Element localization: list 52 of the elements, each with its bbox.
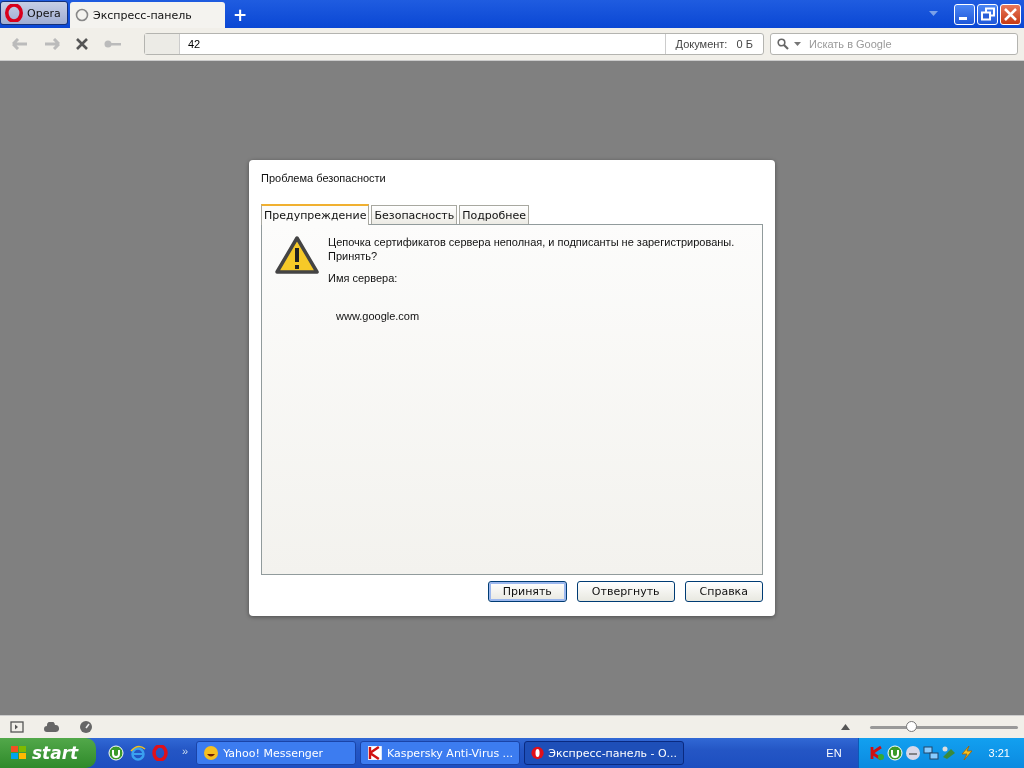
dialog-tab[interactable]: Подробнее: [459, 205, 530, 224]
more-chevron[interactable]: »: [182, 745, 189, 757]
opera-logo-icon: [5, 4, 23, 22]
minimize-button[interactable]: [954, 3, 975, 25]
warning-message: Цепочка сертификатов сервера неполная, и подписанты не зарегистрированы. Принять?: [328, 235, 736, 263]
close-icon: [1004, 7, 1017, 21]
dialog-tab[interactable]: Безопасность: [371, 205, 458, 224]
start-button[interactable]: start: [0, 738, 96, 768]
dialog-button[interactable]: Принять: [487, 581, 567, 602]
speedometer-icon[interactable]: [79, 720, 93, 734]
utorrent-icon[interactable]: [108, 745, 124, 761]
kaspersky-k-icon[interactable]: [868, 745, 885, 761]
minimize-icon: [958, 16, 967, 20]
dialog-tab[interactable]: Предупреждение: [261, 204, 370, 225]
dialog-button[interactable]: Справка: [684, 581, 763, 602]
browser-e-icon[interactable]: [130, 745, 146, 761]
taskbar-button[interactable]: Yahoo! Messenger: [196, 741, 357, 765]
language-indicator[interactable]: EN: [826, 747, 842, 759]
document-size-label: Документ: 0 Б: [664, 34, 763, 54]
utorrent-icon[interactable]: [886, 745, 903, 761]
restore-icon: [980, 7, 995, 21]
usb-device-icon[interactable]: [940, 745, 957, 761]
lightning-icon[interactable]: [958, 745, 975, 761]
cloud-icon[interactable]: [44, 722, 59, 732]
server-name: www.google.com: [336, 310, 421, 322]
loading-icon: [75, 8, 89, 22]
caret-icon: [794, 42, 801, 46]
address-text: 42: [187, 38, 202, 50]
dialog-button[interactable]: Отвергнуть: [576, 581, 675, 602]
network-icon[interactable]: [922, 745, 939, 761]
dialog-title: Проблема безопасности: [261, 172, 387, 184]
search-field[interactable]: Искать в Google: [770, 33, 1018, 55]
opera-icon: [531, 745, 545, 761]
windows-logo-icon: [10, 745, 28, 761]
warning-icon: [274, 235, 320, 275]
stop-icon[interactable]: [76, 38, 88, 50]
up-arrow-icon[interactable]: [841, 724, 850, 730]
server-name-label: Имя сервера:: [328, 272, 399, 284]
browser-tab[interactable]: Экспресс-панель: [70, 2, 225, 28]
address-field[interactable]: 42 Документ: 0 Б: [144, 33, 764, 55]
restore-button[interactable]: [977, 3, 998, 25]
tab-list-caret-icon[interactable]: [929, 11, 938, 17]
panel-toggle-icon[interactable]: [10, 721, 24, 733]
opera-menu-button[interactable]: Opera: [0, 1, 68, 25]
new-tab-button[interactable]: +: [227, 2, 254, 28]
slider-thumb[interactable]: [906, 720, 918, 732]
kaspersky-k-icon: [367, 745, 383, 761]
taskbar-button[interactable]: Экспресс-панель - О...: [524, 741, 685, 765]
taskbar-button[interactable]: Kaspersky Anti-Virus ...: [360, 741, 521, 765]
close-button[interactable]: [1000, 3, 1021, 25]
search-icon: [777, 38, 789, 50]
clock: 3:21: [988, 747, 1010, 759]
